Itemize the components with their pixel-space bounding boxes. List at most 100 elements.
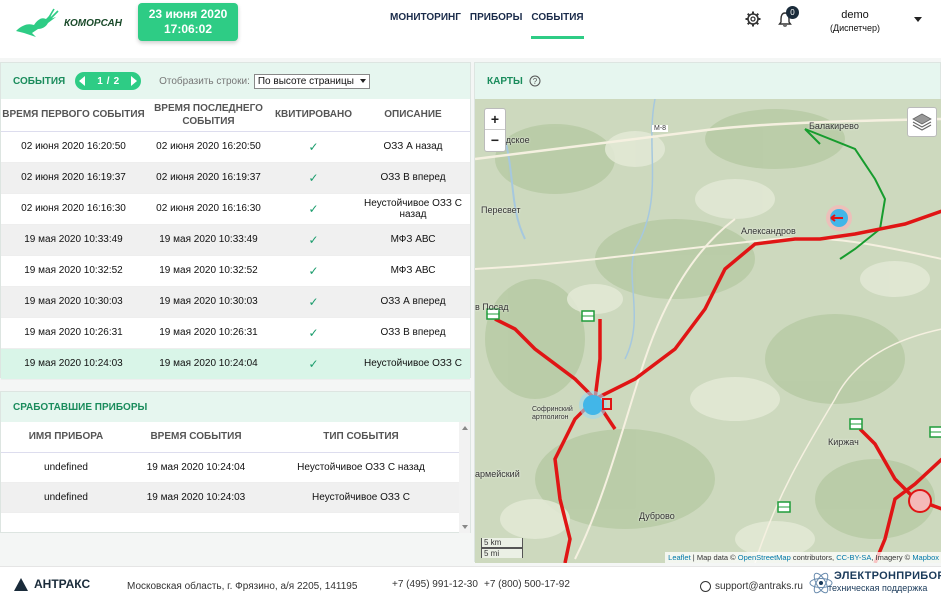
current-date: 23 июня 2020	[148, 7, 228, 21]
cell-last: 02 июня 2020 16:19:37	[146, 162, 271, 194]
scroll-down-icon[interactable]	[462, 525, 468, 529]
col-event-type[interactable]: ТИП СОБЫТИЯ	[261, 422, 461, 453]
cell-event-type: Неустойчивое ОЗЗ С назад	[261, 452, 461, 483]
table-row[interactable]: 02 июня 2020 16:16:30 02 июня 2020 16:16…	[1, 193, 470, 225]
device-marker-icon[interactable]	[826, 205, 852, 231]
cell-first: 19 мая 2020 10:26:31	[1, 317, 146, 349]
svg-text:?: ?	[533, 77, 538, 86]
layers-button[interactable]	[907, 107, 937, 137]
scroll-up-icon[interactable]	[462, 426, 468, 430]
table-row[interactable]: undefined 19 мая 2020 10:24:03 Неустойчи…	[1, 482, 461, 513]
check-icon: ✓	[271, 286, 356, 318]
mapbox-link[interactable]: Mapbox	[912, 553, 939, 562]
brand-subtitle: техническая поддержка	[828, 583, 928, 593]
cell-description: МФЗ АВС	[356, 224, 470, 256]
cell-first: 19 мая 2020 10:32:52	[1, 255, 146, 287]
attr-imagery: , Imagery ©	[871, 553, 913, 562]
user-role: (Диспетчер)	[829, 23, 881, 33]
map-label-posad: в Посад	[475, 302, 509, 312]
cell-first: 02 июня 2020 16:19:37	[1, 162, 146, 194]
map-label-dubrovo: Дуброво	[639, 511, 675, 521]
cell-first: 19 мая 2020 10:33:49	[1, 224, 146, 256]
chevron-down-icon	[359, 79, 366, 83]
cell-first: 19 мая 2020 10:24:03	[1, 348, 146, 380]
col-device-name[interactable]: ИМЯ ПРИБОРА	[1, 422, 131, 453]
zoom-out-button[interactable]: −	[485, 130, 505, 151]
cell-description: МФЗ АВС	[356, 255, 470, 287]
osm-link[interactable]: OpenStreetMap	[738, 553, 791, 562]
footer-phone-1[interactable]: +7 (495) 991-12-30	[392, 579, 478, 590]
cell-event-time: 19 мая 2020 10:24:04	[131, 452, 261, 483]
help-icon[interactable]: ?	[529, 75, 541, 87]
user-name: demo	[841, 9, 869, 21]
col-description[interactable]: ОПИСАНИЕ	[356, 99, 470, 132]
cell-last: 19 мая 2020 10:32:52	[146, 255, 271, 287]
table-row[interactable]: 19 мая 2020 10:30:03 19 мая 2020 10:30:0…	[1, 286, 470, 318]
table-row[interactable]: 02 июня 2020 16:20:50 02 июня 2020 16:20…	[1, 131, 470, 163]
check-icon: ✓	[271, 348, 356, 380]
logo[interactable]: КОМОРСАН	[12, 6, 132, 40]
table-row-selected[interactable]: 19 мая 2020 10:24:03 19 мая 2020 10:24:0…	[1, 348, 470, 380]
leaflet-link[interactable]: Leaflet	[668, 553, 691, 562]
zoom-control: + −	[484, 108, 506, 152]
map-canvas	[475, 99, 941, 563]
elektronpribor-brand: ЭЛЕКТРОНПРИБОР техническая поддержка	[808, 567, 941, 600]
cell-device-name: undefined	[1, 452, 131, 483]
table-row[interactable]: 19 мая 2020 10:32:52 19 мая 2020 10:32:5…	[1, 255, 470, 287]
footer: АНТРАКС Московская область, г. Фрязино, …	[0, 566, 941, 600]
footer-phone-2[interactable]: +7 (800) 500-17-92	[484, 579, 570, 590]
check-icon: ✓	[271, 224, 356, 256]
cell-last: 19 мая 2020 10:26:31	[146, 317, 271, 349]
cc-link[interactable]: CC-BY-SA	[836, 553, 871, 562]
cell-first: 19 мая 2020 10:30:03	[1, 286, 146, 318]
antraks-logo-icon	[14, 577, 28, 591]
header: КОМОРСАН 23 июня 2020 17:06:02 МОНИТОРИН…	[0, 0, 941, 58]
cell-last: 02 июня 2020 16:20:50	[146, 131, 271, 163]
col-event-time[interactable]: ВРЕМЯ СОБЫТИЯ	[131, 422, 261, 453]
layers-icon	[912, 113, 932, 131]
map-label-kirzhach: Киржач	[828, 437, 859, 447]
cell-last: 02 июня 2020 16:16:30	[146, 193, 271, 225]
deer-logo-icon	[16, 8, 59, 37]
cell-device-name: undefined	[1, 482, 131, 513]
user-menu[interactable]: demo (Диспетчер)	[820, 9, 890, 33]
events-panel: СОБЫТИЯ 1 / 2 Отобразить строки: По высо…	[0, 62, 471, 380]
vertical-scrollbar[interactable]	[459, 422, 470, 533]
col-first-event[interactable]: ВРЕМЯ ПЕРВОГО СОБЫТИЯ	[1, 99, 146, 132]
map-panel: КАРТЫ ? Балакирево одское М-8 Пересвет А…	[474, 62, 941, 563]
zoom-in-button[interactable]: +	[485, 109, 505, 130]
cell-description: ОЗЗ В вперед	[356, 317, 470, 349]
pagination: 1 / 2	[75, 72, 142, 90]
cell-description: Неустойчивое ОЗЗ С	[356, 348, 470, 380]
nav-monitoring[interactable]: МОНИТОРИНГ	[390, 12, 461, 39]
gear-icon[interactable]	[745, 11, 761, 27]
attr-text: | Map data ©	[690, 553, 738, 562]
check-icon: ✓	[271, 317, 356, 349]
next-page-icon[interactable]	[131, 76, 138, 86]
scale-km: 5 km	[481, 538, 523, 548]
map-view[interactable]: Балакирево одское М-8 Пересвет Александр…	[475, 99, 941, 563]
cell-first: 02 июня 2020 16:20:50	[1, 131, 146, 163]
nav-events[interactable]: СОБЫТИЯ	[531, 12, 584, 39]
table-row[interactable]: 19 мая 2020 10:33:49 19 мая 2020 10:33:4…	[1, 224, 470, 256]
table-row[interactable]: 02 июня 2020 16:19:37 02 июня 2020 16:19…	[1, 162, 470, 194]
cell-last: 19 мая 2020 10:24:04	[146, 348, 271, 380]
prev-page-icon[interactable]	[79, 76, 86, 86]
map-label-balakirevo: Балакирево	[809, 121, 859, 131]
col-acknowledged[interactable]: КВИТИРОВАНО	[271, 99, 356, 132]
table-row[interactable]: undefined 19 мая 2020 10:24:04 Неустойчи…	[1, 452, 461, 483]
device-marker-icon[interactable]	[908, 489, 932, 513]
rows-label: Отобразить строки:	[159, 75, 250, 87]
map-label-peresvet: Пересвет	[481, 205, 521, 215]
rows-select[interactable]: По высоте страницы	[253, 73, 370, 89]
nav-devices[interactable]: ПРИБОРЫ	[470, 12, 522, 39]
user-menu-caret-icon[interactable]	[914, 17, 922, 22]
cell-first: 02 июня 2020 16:16:30	[1, 193, 146, 225]
check-icon: ✓	[271, 162, 356, 194]
footer-email[interactable]: support@antraks.ru	[700, 581, 803, 592]
col-last-event[interactable]: ВРЕМЯ ПОСЛЕДНЕГО СОБЫТИЯ	[146, 99, 271, 132]
cell-event-type: Неустойчивое ОЗЗ С	[261, 482, 461, 513]
table-row[interactable]: 19 мая 2020 10:26:31 19 мая 2020 10:26:3…	[1, 317, 470, 349]
scale-mi: 5 mi	[481, 548, 523, 558]
cell-description: Неустойчивое ОЗЗ С назад	[356, 193, 470, 225]
